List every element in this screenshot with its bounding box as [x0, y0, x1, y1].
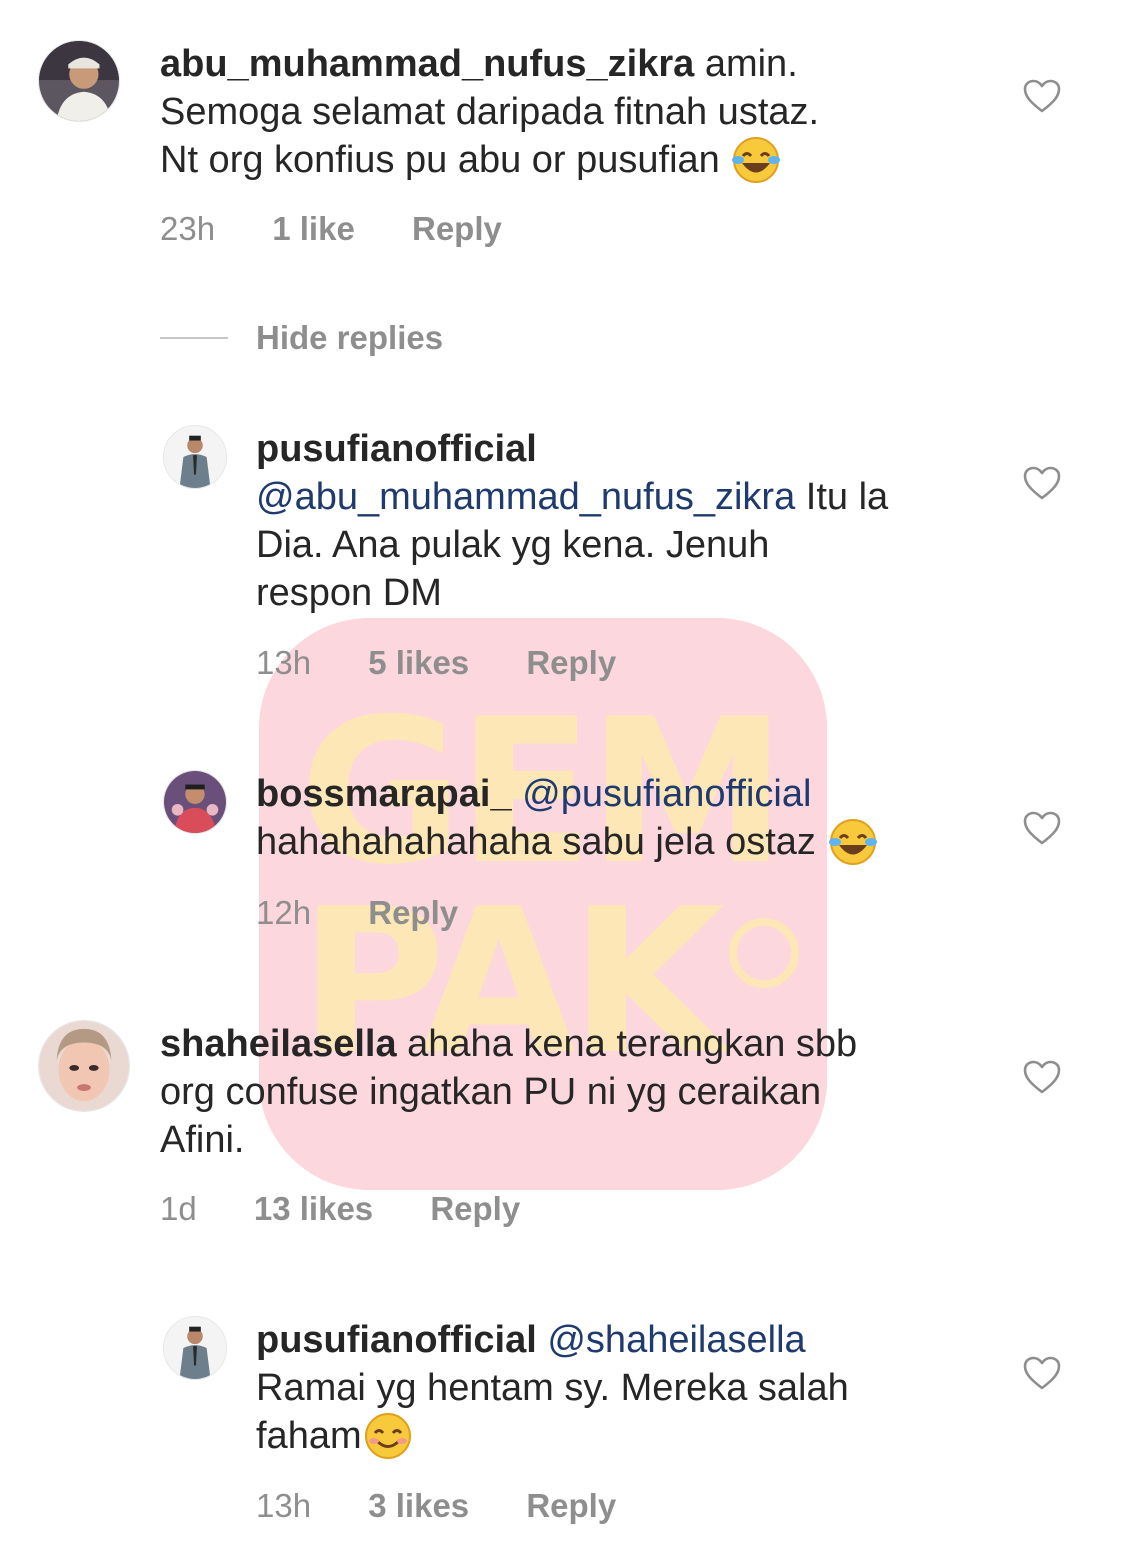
comment-time: 13h	[256, 1487, 312, 1524]
comment-text: pusufianofficial @abu_muhammad_nufus_zik…	[256, 428, 889, 614]
avatar[interactable]	[163, 1316, 227, 1380]
avatar[interactable]	[163, 770, 227, 834]
comment-username[interactable]: abu_muhammad_nufus_zikra	[160, 43, 694, 85]
avatar-image	[164, 1317, 226, 1379]
comment-meta: 13h 5 likes Reply	[256, 643, 616, 683]
heart-outline-icon[interactable]	[1022, 78, 1062, 114]
comment-meta: 13h 3 likes Reply	[256, 1486, 616, 1526]
reply-button[interactable]: Reply	[368, 893, 458, 933]
comment-username[interactable]: pusufianofficial	[256, 428, 537, 470]
heart-outline-icon[interactable]	[1022, 465, 1062, 501]
comment-username[interactable]: pusufianofficial	[256, 1319, 537, 1361]
reply-button[interactable]: Reply	[430, 1189, 520, 1229]
avatar[interactable]	[163, 425, 227, 489]
divider	[160, 337, 228, 339]
comment-time: 23h	[160, 210, 216, 247]
heart-outline-icon[interactable]	[1022, 1059, 1062, 1095]
comment-text: bossmarapai_ @pusufianofficial hahahahah…	[256, 770, 996, 866]
comment-time: 13h	[256, 644, 312, 681]
comment-time: 12h	[256, 894, 312, 931]
mention-link[interactable]: @shaheilasella	[547, 1319, 805, 1361]
avatar[interactable]	[38, 40, 120, 122]
comment-username[interactable]: shaheilasella	[160, 1023, 397, 1065]
comment-meta: 1d 13 likes Reply	[160, 1189, 520, 1229]
avatar[interactable]	[38, 1020, 130, 1112]
mention-link[interactable]: @abu_muhammad_nufus_zikra	[256, 476, 795, 518]
watermark-circle	[729, 918, 799, 988]
avatar-image	[39, 41, 119, 121]
comment-meta: 23h 1 like Reply	[160, 209, 502, 249]
avatar-image	[39, 1021, 129, 1111]
heart-outline-icon[interactable]	[1022, 810, 1062, 846]
reply-button[interactable]: Reply	[526, 1486, 616, 1526]
reply-button[interactable]: Reply	[412, 209, 502, 249]
avatar-image	[164, 426, 226, 488]
smiling-face-with-smiling-eyes-icon	[362, 1412, 414, 1460]
likes-count[interactable]: 13 likes	[254, 1189, 373, 1229]
face-with-tears-of-joy-icon	[827, 818, 879, 866]
mention-link[interactable]: @pusufianofficial	[522, 773, 811, 815]
likes-count[interactable]: 5 likes	[368, 643, 469, 683]
comment-username[interactable]: bossmarapai_	[256, 773, 512, 815]
comment-time: 1d	[160, 1190, 197, 1227]
comment-text: shaheilasella ahaha kena terangkan sbb o…	[160, 1023, 858, 1161]
face-with-tears-of-joy-icon	[730, 136, 782, 184]
heart-outline-icon[interactable]	[1022, 1355, 1062, 1391]
likes-count[interactable]: 1 like	[272, 209, 355, 249]
avatar-image	[164, 771, 226, 833]
likes-count[interactable]: 3 likes	[368, 1486, 469, 1526]
comment-meta: 12h Reply	[256, 893, 458, 933]
comment-text: abu_muhammad_nufus_zikra amin. Semoga se…	[160, 40, 960, 184]
comment-text: pusufianofficial @shaheilasella Ramai yg…	[256, 1316, 996, 1460]
hide-replies-button[interactable]: Hide replies	[256, 318, 443, 358]
reply-button[interactable]: Reply	[526, 643, 616, 683]
